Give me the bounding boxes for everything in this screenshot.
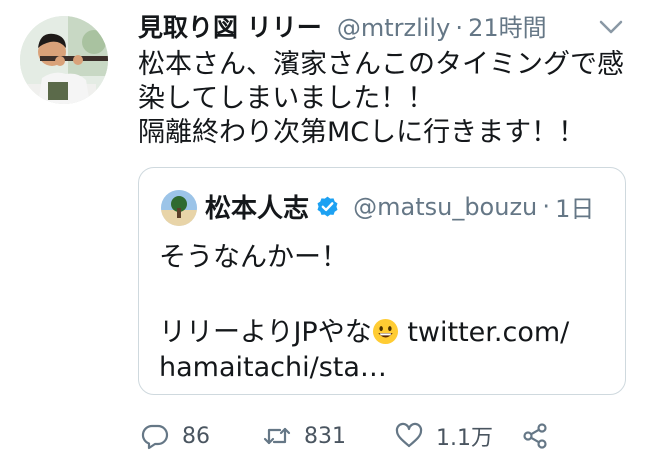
grinning-face-emoji — [372, 318, 398, 345]
author-avatar-image — [20, 16, 108, 104]
reply-count: 86 — [182, 423, 210, 449]
tweet-text-line: 隔離終わり次第MCしに行きます！！ — [138, 117, 586, 148]
tweet-text-line: 染してしまいました！！ — [138, 83, 435, 114]
share-icon — [523, 423, 547, 449]
verified-badge-icon — [317, 196, 338, 217]
tweet-timestamp[interactable]: 21時間 — [468, 14, 547, 42]
quoted-text-line: そうなんかー！ — [159, 242, 348, 273]
separator-dot: · — [455, 14, 464, 42]
quoted-tweet[interactable]: 松本人志 @matsu_bouzu · 1日 そうなんかー！ リリーよりJPやな… — [138, 167, 626, 395]
quoted-text-line: リリーよりJPやな twitter.com/ — [159, 315, 609, 350]
quoted-avatar-image — [161, 190, 197, 226]
quoted-timestamp[interactable]: 1日 — [555, 195, 594, 223]
separator-dot: · — [542, 192, 550, 221]
share-button[interactable] — [520, 418, 550, 454]
retweet-icon — [263, 427, 291, 445]
quoted-author-name[interactable]: 松本人志 — [205, 194, 309, 224]
like-button[interactable]: 1.1万 — [394, 418, 493, 454]
tweet-actions: 86 831 1.1万 — [140, 418, 620, 454]
quoted-link[interactable]: hamaitachi/sta… — [159, 350, 609, 385]
author-handle[interactable]: @mtrzlily — [337, 14, 450, 42]
heart-icon — [395, 422, 423, 448]
reply-button[interactable]: 86 — [140, 418, 210, 454]
retweet-count: 831 — [304, 423, 346, 449]
like-count: 1.1万 — [436, 426, 493, 451]
quoted-link[interactable]: twitter.com/ — [407, 317, 569, 348]
retweet-button[interactable]: 831 — [262, 418, 346, 454]
chevron-down-icon[interactable] — [596, 16, 626, 38]
quoted-text-fragment: リリーよりJPやな — [159, 317, 372, 348]
author-name[interactable]: 見取り図 リリー — [138, 13, 322, 42]
tweet-header: 見取り図 リリー @mtrzlily · 21時間 — [138, 8, 618, 48]
tweet-text: 松本さん、濱家さんこのタイミングで感 染してしまいました！！ 隔離終わり次第MC… — [138, 48, 638, 150]
author-avatar[interactable] — [20, 16, 108, 104]
tweet-text-line: 松本さん、濱家さんこのタイミングで感 — [138, 49, 624, 80]
quoted-author-avatar[interactable] — [161, 190, 197, 226]
quoted-header: 松本人志 @matsu_bouzu · 1日 — [205, 188, 594, 228]
quoted-text: そうなんかー！ リリーよりJPやな twitter.com/ hamaitach… — [159, 240, 609, 385]
quoted-author-handle[interactable]: @matsu_bouzu — [353, 193, 537, 221]
reply-icon — [141, 424, 169, 450]
